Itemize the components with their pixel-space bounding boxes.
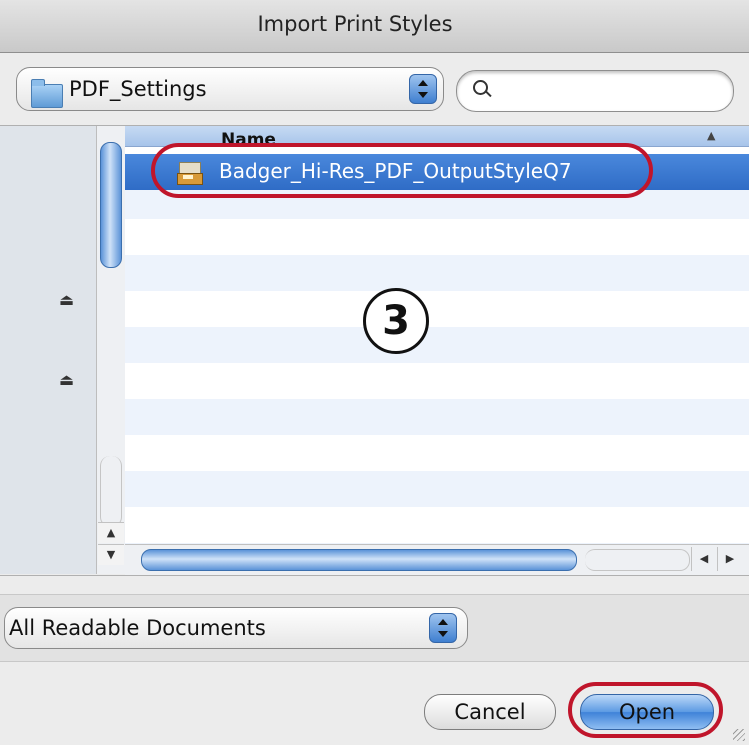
file-type-label: All Readable Documents (9, 616, 266, 640)
sidebar: ⏏ ⏏ (0, 126, 96, 574)
file-rows[interactable] (125, 147, 749, 544)
horizontal-scroll-thumb[interactable] (141, 549, 577, 571)
search-field[interactable] (456, 70, 734, 112)
window-title: Import Print Styles (257, 12, 453, 36)
resize-grip-icon[interactable] (733, 729, 745, 741)
scroll-left-button[interactable]: ◀ (691, 547, 716, 571)
popup-arrows-icon (409, 74, 437, 104)
vertical-scrollbar[interactable]: ▲ ▼ (96, 126, 126, 574)
horizontal-scroll-track[interactable] (585, 549, 690, 571)
scroll-down-button[interactable]: ▼ (98, 544, 124, 565)
sort-ascending-icon: ▲ (707, 129, 716, 142)
file-type-popup[interactable]: All Readable Documents (4, 607, 468, 649)
vertical-scroll-thumb[interactable] (100, 142, 122, 268)
horizontal-scrollbar[interactable]: ◀ ▶ (125, 544, 749, 575)
eject-icon[interactable]: ⏏ (59, 290, 74, 309)
popup-arrows-icon (429, 613, 457, 643)
filter-area: All Readable Documents (0, 594, 749, 662)
open-highlight-annotation (568, 682, 723, 738)
folder-icon (31, 79, 63, 108)
eject-icon[interactable]: ⏏ (59, 370, 74, 389)
title-bar[interactable]: Import Print Styles (0, 0, 749, 53)
file-highlight-annotation (151, 143, 653, 198)
location-popup[interactable]: PDF_Settings (16, 67, 444, 111)
scroll-right-button[interactable]: ▶ (717, 547, 742, 571)
search-icon (473, 80, 488, 95)
vertical-scroll-track[interactable] (100, 456, 122, 527)
step-number-annotation: 3 (363, 288, 429, 354)
import-dialog: Import Print Styles PDF_Settings ⏏ ⏏ ▲ ▼… (0, 0, 749, 745)
scroll-up-button[interactable]: ▲ (98, 522, 124, 543)
location-label: PDF_Settings (69, 77, 207, 101)
cancel-button[interactable]: Cancel (424, 694, 556, 730)
